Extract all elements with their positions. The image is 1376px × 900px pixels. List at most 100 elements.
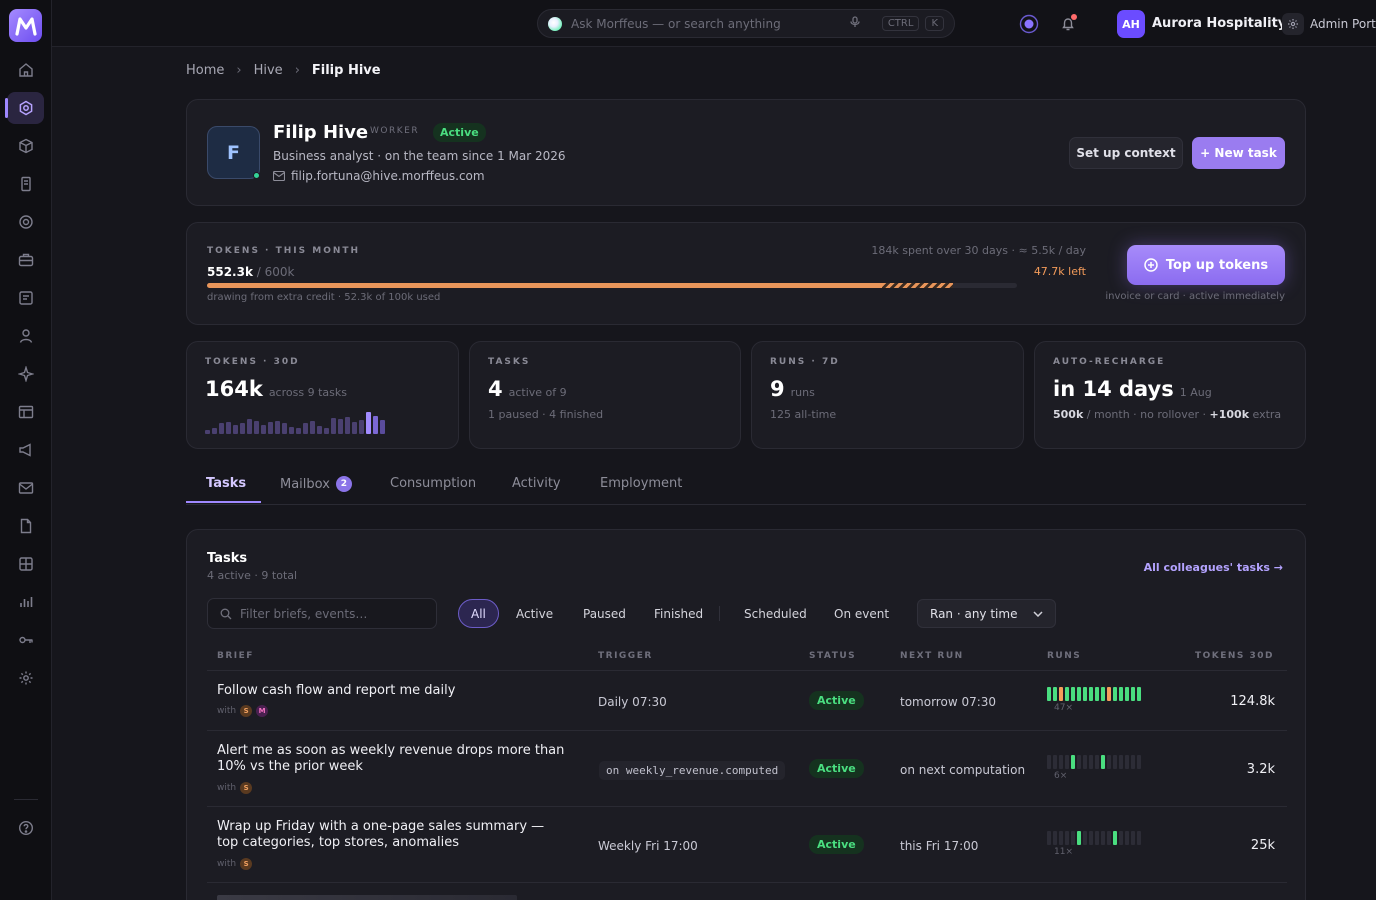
record-icon[interactable]: [1018, 13, 1040, 35]
tab-tasks[interactable]: Tasks: [206, 476, 246, 491]
stat-unit: 1 Aug: [1179, 386, 1212, 399]
cube-icon[interactable]: [14, 134, 38, 158]
run-cell-empty: [1053, 831, 1057, 845]
task-brief-partial[interactable]: [217, 895, 517, 900]
set-up-context-button[interactable]: Set up context: [1069, 137, 1183, 169]
run-cell-warning: [1107, 687, 1111, 701]
worker-header-card: F Filip Hive WORKER Active Business anal…: [186, 99, 1306, 206]
tokens-usage: 552.3k / 600k: [207, 265, 294, 279]
stat-kicker: TASKS: [488, 357, 531, 367]
task-runs-count: 11×: [1054, 847, 1073, 857]
tab-mailbox[interactable]: Mailbox 2: [280, 476, 352, 492]
breadcrumb-current: Filip Hive: [311, 63, 381, 78]
help-icon[interactable]: [14, 816, 38, 840]
task-brief[interactable]: Follow cash flow and report me daily: [217, 683, 455, 699]
run-cell-empty: [1113, 755, 1117, 769]
col-trigger[interactable]: TRIGGER: [598, 651, 653, 661]
chip-finished[interactable]: Finished: [642, 599, 715, 628]
col-next-run[interactable]: NEXT RUN: [900, 651, 964, 661]
user-icon[interactable]: [14, 324, 38, 348]
top-up-tokens-button[interactable]: Top up tokens: [1127, 245, 1285, 285]
task-filter-input[interactable]: Filter briefs, events…: [207, 598, 437, 629]
chip-on-event[interactable]: On event: [822, 599, 901, 628]
worker-tabs: Tasks Mailbox 2 Consumption Activity Emp…: [186, 468, 1306, 505]
megaphone-icon[interactable]: [14, 438, 38, 462]
mailbox-count-badge: 2: [335, 476, 352, 492]
notification-dot: [1071, 14, 1077, 20]
table-row[interactable]: Alert me as soon as weekly revenue drops…: [207, 731, 1287, 807]
mail-icon[interactable]: [14, 476, 38, 500]
document-icon[interactable]: [14, 172, 38, 196]
chip-all[interactable]: All: [458, 599, 499, 628]
file-icon[interactable]: [14, 514, 38, 538]
task-runs-strip: [1047, 755, 1141, 769]
table-row[interactable]: [207, 883, 1287, 900]
col-brief[interactable]: BRIEF: [217, 651, 254, 661]
chip-active[interactable]: Active: [504, 599, 565, 628]
col-status[interactable]: STATUS: [809, 651, 856, 661]
collaborator-avatar: S: [240, 705, 253, 717]
task-status-badge: Active: [809, 691, 864, 710]
run-cell-success: [1077, 687, 1081, 701]
tab-consumption[interactable]: Consumption: [390, 476, 476, 491]
sidebar: [0, 0, 52, 900]
task-brief[interactable]: Alert me as soon as weekly revenue drops…: [217, 743, 587, 775]
tab-activity[interactable]: Activity: [512, 476, 561, 491]
run-cell-success: [1077, 831, 1081, 845]
stat-kicker: TOKENS · 30D: [205, 357, 300, 367]
morffeus-logo[interactable]: [9, 9, 42, 42]
ran-time-select[interactable]: Ran · any time: [917, 599, 1056, 628]
sparkle-icon[interactable]: [14, 362, 38, 386]
run-cell-empty: [1089, 755, 1093, 769]
worker-email-text[interactable]: filip.fortuna@hive.morffeus.com: [291, 169, 485, 183]
table-row[interactable]: Follow cash flow and report me daily wit…: [207, 671, 1287, 731]
all-colleagues-tasks-link[interactable]: All colleagues' tasks →: [1144, 561, 1283, 574]
tab-employment[interactable]: Employment: [600, 476, 682, 491]
col-tokens-30d[interactable]: TOKENS 30D: [1195, 651, 1274, 661]
run-cell-success: [1047, 687, 1051, 701]
plus-circle-icon: [1144, 258, 1158, 272]
new-task-button[interactable]: + New task: [1192, 137, 1285, 169]
run-cell-empty: [1131, 755, 1135, 769]
hive-icon[interactable]: [5, 92, 44, 124]
tokens-kicker: TOKENS · THIS MONTH: [207, 246, 361, 256]
col-runs[interactable]: RUNS: [1047, 651, 1081, 661]
support-icon[interactable]: [14, 210, 38, 234]
run-cell-success: [1065, 687, 1069, 701]
recharge-terms: / month · no rollover ·: [1083, 408, 1210, 421]
search-placeholder[interactable]: Ask Morffeus — or search anything: [571, 17, 781, 31]
stat-unit: active of 9: [508, 386, 567, 399]
table-row[interactable]: Wrap up Friday with a one-page sales sum…: [207, 807, 1287, 883]
org-name[interactable]: Aurora Hospitality: [1152, 16, 1286, 31]
home-icon[interactable]: [14, 58, 38, 82]
chip-paused[interactable]: Paused: [571, 599, 638, 628]
report-icon[interactable]: [14, 286, 38, 310]
breadcrumb-hive[interactable]: Hive: [254, 63, 283, 78]
run-cell-success: [1089, 687, 1093, 701]
calendar-grid-icon[interactable]: [14, 552, 38, 576]
run-cell-success: [1101, 687, 1105, 701]
run-cell-empty: [1065, 755, 1069, 769]
portal-icon[interactable]: [1282, 13, 1304, 35]
task-next-run: tomorrow 07:30: [900, 695, 997, 709]
notifications-bell-icon[interactable]: [1057, 13, 1079, 35]
settings-icon[interactable]: [14, 666, 38, 690]
worker-status-badge: Active: [433, 123, 486, 142]
bar-chart-icon[interactable]: [14, 590, 38, 614]
chip-divider: [719, 606, 720, 621]
portal-switcher[interactable]: Admin Portal: [1310, 17, 1376, 31]
microphone-icon[interactable]: [850, 16, 860, 31]
with-label: with: [217, 859, 237, 869]
run-cell-empty: [1071, 831, 1075, 845]
ran-time-select-value: Ran · any time: [930, 606, 1018, 621]
run-cell-empty: [1125, 755, 1129, 769]
key-icon[interactable]: [14, 628, 38, 652]
org-avatar[interactable]: AH: [1117, 10, 1145, 38]
collaborator-avatar: S: [240, 782, 253, 794]
chip-scheduled[interactable]: Scheduled: [732, 599, 819, 628]
breadcrumb-home[interactable]: Home: [186, 63, 224, 78]
task-brief[interactable]: Wrap up Friday with a one-page sales sum…: [217, 819, 567, 851]
global-search[interactable]: Ask Morffeus — or search anything CTRL K: [537, 9, 955, 38]
briefcase-icon[interactable]: [14, 248, 38, 272]
table-icon[interactable]: [14, 400, 38, 424]
